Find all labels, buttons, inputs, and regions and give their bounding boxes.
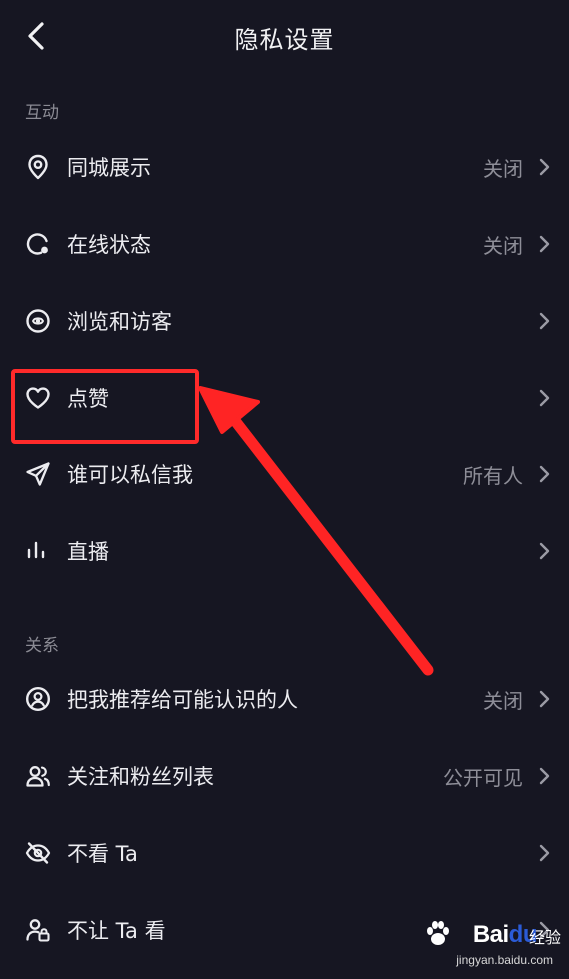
- paw-logo-icon: [427, 921, 449, 945]
- settings-row-label: 不让 Ta 看: [67, 919, 166, 943]
- settings-row-value: 关闭: [483, 157, 523, 181]
- chevron-right-icon: [535, 541, 553, 561]
- settings-row-following-followers[interactable]: 关注和粉丝列表 公开可见: [0, 744, 569, 806]
- settings-row-label: 谁可以私信我: [67, 463, 193, 487]
- location-pin-icon: [24, 153, 52, 181]
- page-title: 隐私设置: [234, 26, 335, 54]
- settings-row-nearby-display[interactable]: 同城展示 关闭: [0, 135, 569, 197]
- settings-row-label: 在线状态: [67, 233, 151, 257]
- send-icon: [24, 460, 52, 488]
- settings-row-hide-their-posts[interactable]: 不看 Ta: [0, 821, 569, 883]
- chevron-right-icon: [535, 157, 553, 177]
- watermark-jingyan: 经验: [528, 928, 561, 947]
- online-status-icon: [24, 230, 52, 258]
- settings-row-label: 关注和粉丝列表: [67, 765, 214, 789]
- settings-row-browse-visitors[interactable]: 浏览和访客: [0, 289, 569, 351]
- settings-row-label: 浏览和访客: [67, 310, 172, 334]
- annotation-highlight-box: [11, 369, 199, 444]
- chevron-right-icon: [535, 843, 553, 863]
- privacy-settings-screen: 隐私设置 互动 同城展示 关闭 在线状态 关闭 浏览和访客 点赞 谁可以私信我 …: [0, 0, 569, 979]
- chevron-right-icon: [535, 766, 553, 786]
- settings-row-online-status[interactable]: 在线状态 关闭: [0, 212, 569, 274]
- chevron-right-icon: [535, 234, 553, 254]
- baidu-jingyan-watermark: Baidu 经验 jingyan.baidu.com: [413, 915, 563, 971]
- settings-row-label: 同城展示: [67, 156, 151, 180]
- chevron-right-icon: [535, 464, 553, 484]
- settings-row-label: 把我推荐给可能认识的人: [67, 688, 298, 712]
- settings-row-value: 关闭: [483, 234, 523, 258]
- settings-row-who-can-message[interactable]: 谁可以私信我 所有人: [0, 442, 569, 504]
- eye-off-icon: [24, 839, 52, 867]
- settings-row-value: 公开可见: [443, 766, 523, 790]
- settings-row-label: 直播: [67, 540, 109, 564]
- settings-row-label: 不看 Ta: [67, 842, 138, 866]
- section-title-relationships: 关系: [25, 636, 59, 656]
- user-lock-icon: [24, 916, 52, 944]
- eye-icon: [24, 307, 52, 335]
- section-title-interaction: 互动: [25, 103, 59, 123]
- live-bars-icon: [24, 537, 52, 565]
- watermark-url: jingyan.baidu.com: [456, 953, 553, 967]
- user-circle-icon: [24, 685, 52, 713]
- chevron-right-icon: [535, 689, 553, 709]
- chevron-right-icon: [535, 311, 553, 331]
- watermark-brand: Baidu: [472, 921, 538, 948]
- chevron-right-icon: [535, 388, 553, 408]
- settings-row-value: 关闭: [483, 689, 523, 713]
- users-icon: [24, 762, 52, 790]
- settings-row-live[interactable]: 直播: [0, 519, 569, 581]
- settings-row-recommend-me[interactable]: 把我推荐给可能认识的人 关闭: [0, 667, 569, 729]
- header: 隐私设置: [0, 0, 569, 76]
- settings-row-value: 所有人: [463, 464, 523, 488]
